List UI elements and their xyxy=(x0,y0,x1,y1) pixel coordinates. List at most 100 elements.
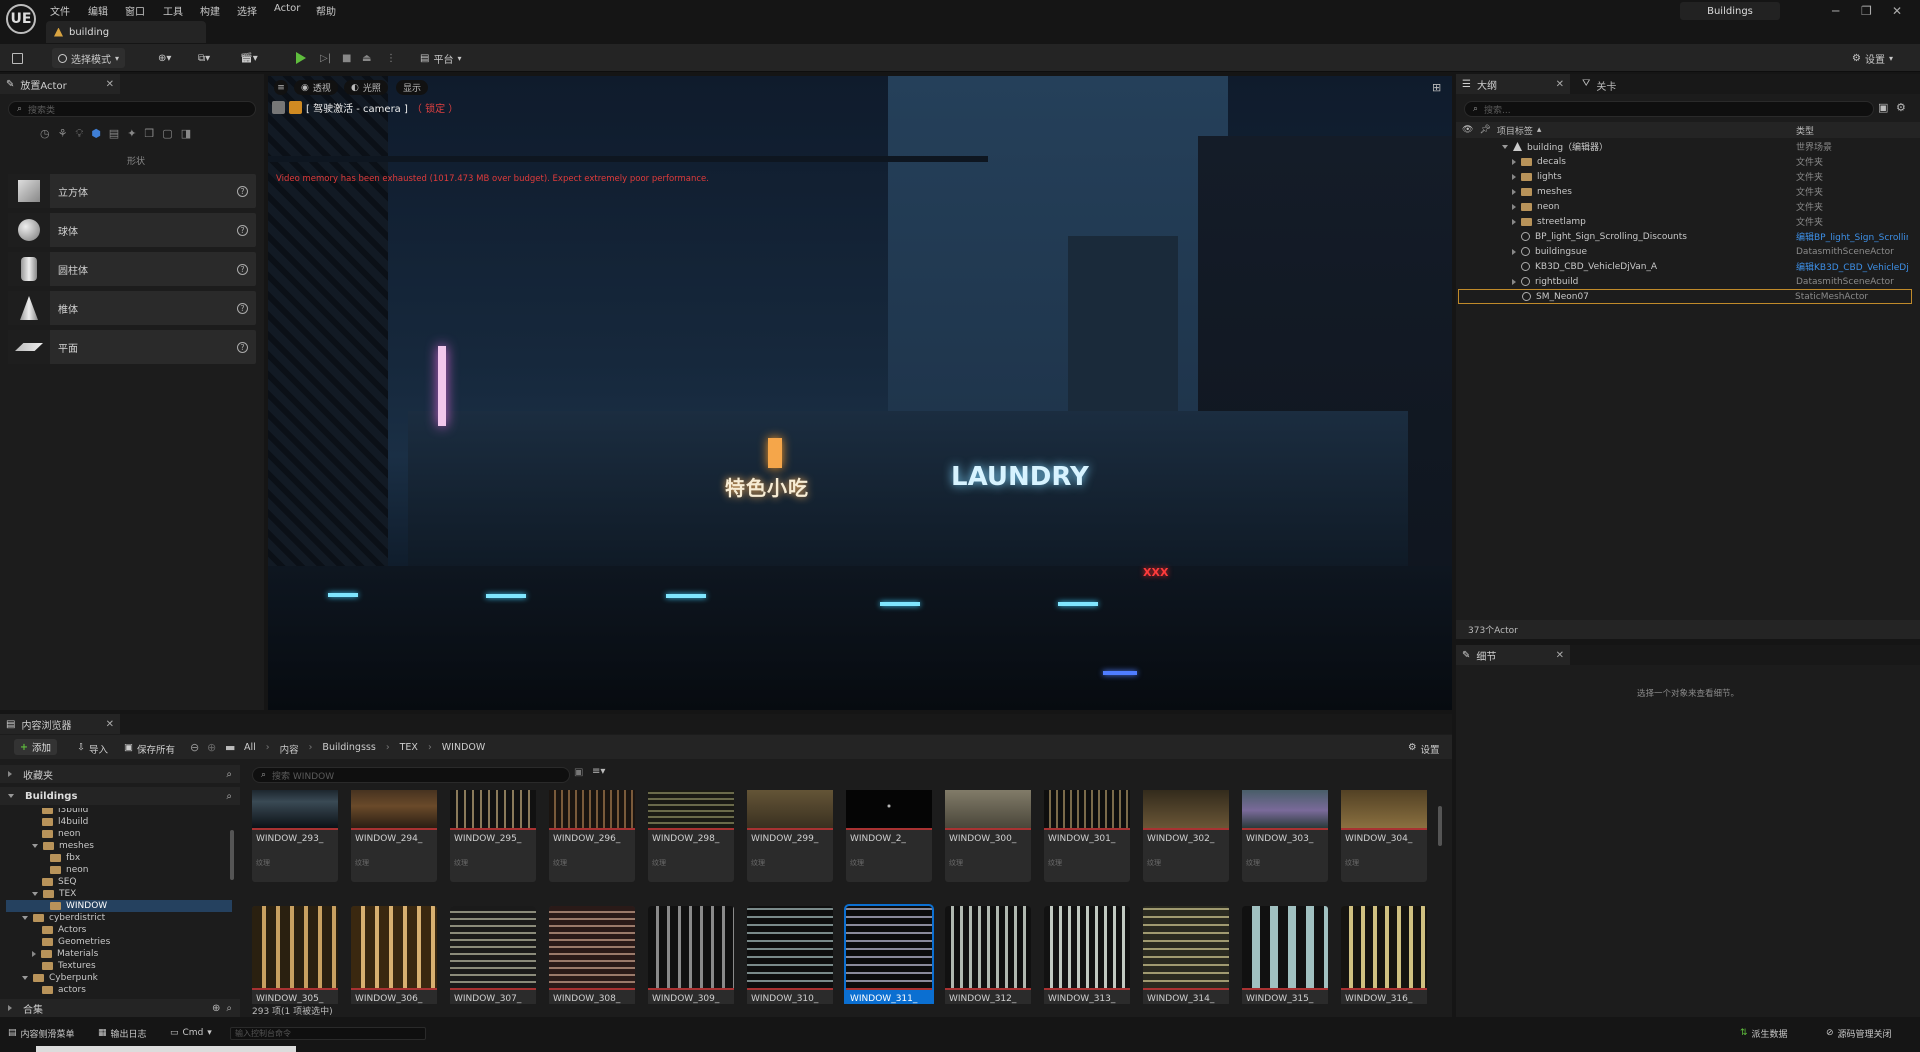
breadcrumb-item[interactable]: All xyxy=(244,742,256,756)
expand-icon[interactable] xyxy=(32,951,36,957)
output-log-button[interactable]: ▦ 输出日志 xyxy=(98,1024,147,1042)
tree-scrollbar[interactable] xyxy=(230,830,234,880)
step-icon[interactable]: ▷| xyxy=(320,48,331,68)
help-icon[interactable]: ? xyxy=(237,302,248,314)
breadcrumb-item[interactable]: TEX xyxy=(400,742,418,756)
cinematic-icon[interactable]: ▤ xyxy=(109,127,119,141)
asset-tile[interactable]: WINDOW_306_ xyxy=(351,906,437,1004)
menu-build[interactable]: 构建 xyxy=(200,3,220,18)
content-browser-tab[interactable]: ▤ 内容浏览器 ✕ xyxy=(0,714,120,734)
levels-tab[interactable]: ⛛ 关卡 xyxy=(1582,78,1616,93)
expand-icon[interactable] xyxy=(32,892,38,896)
asset-tile[interactable]: WINDOW_308_ xyxy=(549,906,635,1004)
outliner-search-input[interactable]: ⌕ 搜索... xyxy=(1464,101,1874,117)
asset-tile[interactable]: WINDOW_304_ 纹理 xyxy=(1341,790,1427,882)
place-actor-tab[interactable]: ✎ 放置Actor ✕ xyxy=(0,74,120,94)
outliner-tab[interactable]: ☰ 大纲 ✕ xyxy=(1456,74,1570,94)
expand-icon[interactable] xyxy=(1512,173,1516,180)
asset-tile[interactable]: WINDOW_298_ 纹理 xyxy=(648,790,734,882)
all-classes-icon[interactable]: ▢ xyxy=(162,127,172,141)
play-button[interactable] xyxy=(296,48,306,68)
level-tab[interactable]: building xyxy=(46,21,206,43)
menu-select[interactable]: 选择 xyxy=(237,3,257,18)
outliner-row[interactable]: BP_light_Sign_Scrolling_Discounts 编辑BP_l… xyxy=(1462,229,1912,244)
asset-tile[interactable]: WINDOW_296_ 纹理 xyxy=(549,790,635,882)
blueprint-icon[interactable]: ⧉▾ xyxy=(198,48,210,68)
asset-tile[interactable]: WINDOW_307_ xyxy=(450,906,536,1004)
help-icon[interactable]: ? xyxy=(237,341,248,353)
camera-icon[interactable] xyxy=(272,101,285,114)
place-actor-search-input[interactable]: ⌕ 搜索类 xyxy=(8,101,256,117)
help-icon[interactable]: ? xyxy=(237,185,248,197)
tree-folder[interactable]: Cyberpunk xyxy=(6,972,232,984)
asset-tile[interactable]: WINDOW_309_ xyxy=(648,906,734,1004)
perspective-button[interactable]: ◉ 透视 xyxy=(294,80,338,95)
menu-actor[interactable]: Actor xyxy=(274,3,300,14)
outliner-row[interactable]: streetlamp 文件夹 xyxy=(1462,214,1912,229)
tree-folder[interactable]: neon xyxy=(6,864,232,876)
expand-icon[interactable] xyxy=(1512,203,1516,210)
outliner-row-selected[interactable]: SM_Neon07 StaticMeshActor xyxy=(1458,289,1912,304)
asset-tile[interactable]: WINDOW_302_ 纹理 xyxy=(1143,790,1229,882)
search-icon[interactable]: ⌕ xyxy=(226,1003,232,1014)
volumes-icon[interactable]: ❒ xyxy=(144,127,154,141)
shape-sphere[interactable]: 球体 ? xyxy=(8,213,256,247)
tree-folder[interactable]: Materials xyxy=(6,948,232,960)
search-icon[interactable]: ⌕ xyxy=(226,769,232,780)
pin-icon[interactable]: 📌︎ xyxy=(1479,125,1490,135)
expand-icon[interactable] xyxy=(1512,278,1516,285)
expand-icon[interactable] xyxy=(1512,158,1516,165)
asset-tile[interactable]: WINDOW_303_ 纹理 xyxy=(1242,790,1328,882)
outliner-row[interactable]: neon 文件夹 xyxy=(1462,199,1912,214)
asset-tile[interactable]: WINDOW_299_ 纹理 xyxy=(747,790,833,882)
menu-edit[interactable]: 编辑 xyxy=(88,3,108,18)
content-drawer-button[interactable]: ▤ 内容侧滑菜单 xyxy=(8,1024,75,1042)
gear-icon[interactable]: ⚙ xyxy=(1896,101,1906,114)
add-button[interactable]: + 添加 xyxy=(14,739,57,755)
menu-help[interactable]: 帮助 xyxy=(316,3,336,18)
collections-section[interactable]: 合集 ⊕ ⌕ xyxy=(0,999,240,1017)
asset-tile[interactable]: WINDOW_312_ xyxy=(945,906,1031,1004)
eject-icon[interactable]: ⏏ xyxy=(362,48,371,68)
maximize-viewport-icon[interactable]: ⊞ xyxy=(1432,81,1441,94)
visual-effects-icon[interactable]: ✦ xyxy=(127,127,136,141)
close-icon[interactable]: ✕ xyxy=(1556,79,1564,90)
basic-icon[interactable]: ⚘ xyxy=(58,127,68,141)
select-mode-dropdown[interactable]: 选择模式 ▾ xyxy=(52,48,126,68)
help-icon[interactable]: ? xyxy=(237,263,248,275)
tree-folder[interactable]: l4build xyxy=(6,816,232,828)
tree-folder[interactable]: Actors xyxy=(6,924,232,936)
close-icon[interactable]: ✕ xyxy=(106,719,114,730)
lit-button[interactable]: ◐ 光照 xyxy=(344,80,388,95)
menu-window[interactable]: 窗口 xyxy=(125,3,145,18)
filter-icon[interactable]: ≡▾ xyxy=(592,766,605,777)
asset-tile[interactable]: WINDOW_310_ xyxy=(747,906,833,1004)
asset-tile[interactable]: WINDOW_300_ 纹理 xyxy=(945,790,1031,882)
platform-dropdown[interactable]: ▤ 平台 ▾ xyxy=(420,48,461,68)
outliner-row[interactable]: lights 文件夹 xyxy=(1462,169,1912,184)
close-icon[interactable]: ✕ xyxy=(106,79,114,90)
asset-scrollbar[interactable] xyxy=(1438,806,1442,846)
tree-folder[interactable]: fbx xyxy=(6,852,232,864)
derived-data-button[interactable]: ⇅ 派生数据 xyxy=(1740,1024,1788,1042)
menu-tools[interactable]: 工具 xyxy=(163,3,183,18)
lights-icon[interactable]: 💡︎ xyxy=(75,127,83,141)
extra-icon[interactable]: ◨ xyxy=(181,127,191,141)
restore-icon[interactable]: ❐ xyxy=(1861,4,1872,18)
expand-icon[interactable] xyxy=(1502,144,1508,149)
expand-icon[interactable] xyxy=(1512,188,1516,195)
menu-file[interactable]: 文件 xyxy=(50,3,70,18)
content-settings-button[interactable]: ⚙ 设置 xyxy=(1408,742,1440,756)
level-viewport[interactable]: 特色小吃 LAUNDRY XXX ≡ ◉ 透视 ◐ 光照 显示 ⊞ [ 驾驶激活… xyxy=(268,76,1452,710)
add-folder-icon[interactable]: ▣ xyxy=(1878,101,1888,114)
source-control-button[interactable]: ⊘ 源码管理关闭 xyxy=(1826,1024,1892,1042)
settings-dropdown[interactable]: ⚙ 设置 ▾ xyxy=(1852,48,1893,68)
asset-tile[interactable]: WINDOW_316_ xyxy=(1341,906,1427,1004)
history-back-icon[interactable]: ⊖ xyxy=(190,741,199,754)
tree-folder[interactable]: meshes xyxy=(6,840,232,852)
show-button[interactable]: 显示 xyxy=(396,80,429,95)
close-icon[interactable]: ✕ xyxy=(1556,650,1564,661)
shape-cone[interactable]: 椎体 ? xyxy=(8,291,256,325)
expand-icon[interactable] xyxy=(1512,248,1516,255)
console-input[interactable]: 输入控制台命令 xyxy=(230,1027,426,1040)
